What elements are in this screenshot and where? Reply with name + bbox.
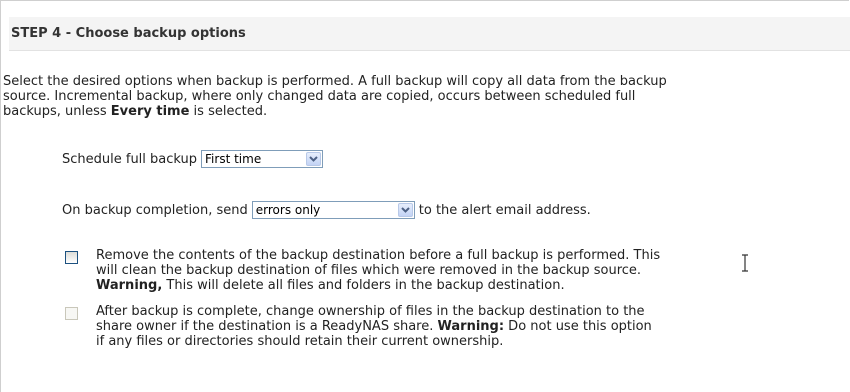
remove-contents-option: Remove the contents of the backup destin… xyxy=(65,248,825,298)
remove-line-2: will clean the backup destination of fil… xyxy=(96,263,642,278)
intro-line-3-pre: backups, unless xyxy=(3,104,111,119)
schedule-row: Schedule full backup First time xyxy=(62,148,327,170)
text-cursor-icon xyxy=(740,254,750,276)
remove-warning-label: Warning, xyxy=(96,278,163,293)
remove-contents-text: Remove the contents of the backup destin… xyxy=(96,248,660,293)
remove-line-1: Remove the contents of the backup destin… xyxy=(96,248,661,263)
ownership-line-2: share owner if the destination is a Read… xyxy=(96,319,652,334)
send-label-post: to the alert email address. xyxy=(418,202,591,218)
schedule-full-backup-select[interactable]: First time xyxy=(201,150,324,168)
alert-level-select[interactable]: errors only xyxy=(251,201,415,219)
send-selected-value: errors only xyxy=(255,203,321,217)
chevron-down-icon[interactable] xyxy=(306,152,322,166)
change-ownership-text: After backup is complete, change ownersh… xyxy=(96,304,652,349)
step-title: STEP 4 - Choose backup options xyxy=(11,26,246,41)
intro-line-2: source. Incremental backup, where only c… xyxy=(3,89,636,104)
send-row: On backup completion, send errors only t… xyxy=(62,199,591,221)
intro-line-3: backups, unless Every time is selected. xyxy=(3,104,849,119)
ownership-line-3: if any files or directories should retai… xyxy=(96,334,504,349)
ownership-line-1: After backup is complete, change ownersh… xyxy=(96,304,645,319)
intro-line-3-post: is selected. xyxy=(189,104,268,119)
change-ownership-checkbox[interactable] xyxy=(65,307,78,320)
chevron-down-icon[interactable] xyxy=(397,203,413,217)
ownership-line-2-pre: share owner if the destination is a Read… xyxy=(96,319,438,334)
remove-line-3-post: This will delete all files and folders i… xyxy=(162,278,565,293)
intro-line-1: Select the desired options when backup i… xyxy=(3,74,667,89)
change-ownership-option: After backup is complete, change ownersh… xyxy=(65,304,825,354)
send-label-pre: On backup completion, send xyxy=(62,202,248,218)
remove-line-3: Warning, This will delete all files and … xyxy=(96,278,660,293)
intro-text: Select the desired options when backup i… xyxy=(3,74,849,119)
schedule-label: Schedule full backup xyxy=(62,151,198,167)
intro-every-time: Every time xyxy=(110,104,190,119)
schedule-selected-value: First time xyxy=(205,152,262,166)
backup-options-panel: STEP 4 - Choose backup options Select th… xyxy=(0,0,850,392)
step-header: STEP 4 - Choose backup options xyxy=(9,17,850,51)
remove-contents-checkbox[interactable] xyxy=(65,251,78,264)
ownership-line-2-post: Do not use this option xyxy=(504,319,652,334)
ownership-warning-label: Warning: xyxy=(437,319,505,334)
